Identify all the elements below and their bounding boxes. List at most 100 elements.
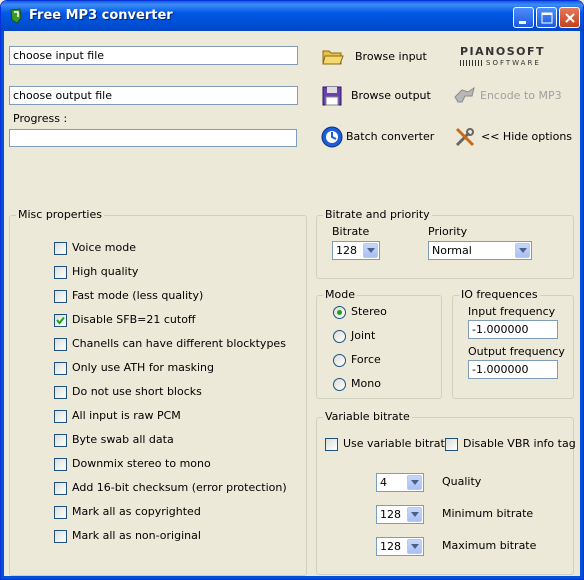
mode-radio-force[interactable]: Force xyxy=(333,353,423,367)
maximum-bitrate-select[interactable]: 128 xyxy=(376,537,424,556)
bitrate-label: Bitrate xyxy=(332,225,370,238)
maximize-button[interactable] xyxy=(536,7,557,28)
disable-vbr-info-label: Disable VBR info tag xyxy=(463,437,576,450)
input-frequency-label: Input frequency xyxy=(468,305,556,318)
misc-checkbox[interactable]: Only use ATH for masking xyxy=(54,361,294,375)
misc-checkbox[interactable]: Fast mode (less quality) xyxy=(54,289,294,303)
misc-checkbox-label: Disable SFB=21 cutoff xyxy=(72,313,196,326)
variable-bitrate-title: Variable bitrate xyxy=(323,410,412,423)
chevron-down-icon[interactable] xyxy=(407,539,422,554)
mode-radio-joint[interactable]: Joint xyxy=(333,329,423,343)
encode-icon xyxy=(454,86,475,103)
misc-checkbox-label: Only use ATH for masking xyxy=(72,361,215,374)
folder-open-icon xyxy=(322,50,344,65)
mode-radio-label: Stereo xyxy=(351,305,387,318)
quality-select[interactable]: 4 xyxy=(376,473,424,492)
chevron-down-icon[interactable] xyxy=(363,243,378,258)
maximum-bitrate-value: 128 xyxy=(380,540,401,553)
browse-input-label: Browse input xyxy=(355,50,427,63)
minimum-bitrate-label: Minimum bitrate xyxy=(442,507,534,520)
app-icon xyxy=(10,8,22,24)
floppy-disk-icon xyxy=(322,86,342,106)
misc-checkbox[interactable]: All input is raw PCM xyxy=(54,409,294,423)
mode-radio-label: Joint xyxy=(351,329,376,342)
misc-checkbox-label: Do not use short blocks xyxy=(72,385,202,398)
misc-checkbox[interactable]: Add 16-bit checksum (error protection) xyxy=(54,481,294,495)
io-frequences-group: IO frequences Input frequency -1.000000 … xyxy=(452,288,574,399)
mode-radio-stereo[interactable]: Stereo xyxy=(333,305,423,319)
batch-converter-label: Batch converter xyxy=(346,130,435,143)
misc-checkbox-label: Mark all as non-original xyxy=(72,529,201,542)
input-frequency-field[interactable]: -1.000000 xyxy=(468,320,558,339)
misc-checkbox[interactable]: Voice mode xyxy=(54,241,294,255)
misc-checkbox-label: High quality xyxy=(72,265,139,278)
misc-checkbox[interactable]: Downmix stereo to mono xyxy=(54,457,294,471)
variable-bitrate-group: Variable bitrate Use variable bitrate Di… xyxy=(316,410,576,575)
window-title: Free MP3 converter xyxy=(29,8,173,23)
priority-select[interactable]: Normal xyxy=(428,241,532,260)
minimum-bitrate-value: 128 xyxy=(380,508,401,521)
minimum-bitrate-select[interactable]: 128 xyxy=(376,505,424,524)
checkmark-icon xyxy=(56,316,65,325)
misc-checkbox-label: Add 16-bit checksum (error protection) xyxy=(72,481,287,494)
misc-checkbox[interactable]: Byte swab all data xyxy=(54,433,294,447)
logo-line2: SOFTWARE xyxy=(486,59,541,67)
mode-radio-mono[interactable]: Mono xyxy=(333,377,423,391)
misc-checkbox-label: Mark all as copyrighted xyxy=(72,505,201,518)
output-frequency-label: Output frequency xyxy=(468,345,565,358)
maximize-icon xyxy=(541,12,553,24)
encode-label: Encode to MP3 xyxy=(480,89,562,102)
misc-checkbox[interactable]: Do not use short blocks xyxy=(54,385,294,399)
minimize-button[interactable] xyxy=(513,7,534,28)
bitrate-priority-group: Bitrate and priority Bitrate 128 Priorit… xyxy=(316,208,574,279)
quality-value: 4 xyxy=(380,476,387,489)
misc-checkbox[interactable]: Chanells can have different blocktypes xyxy=(54,337,294,351)
misc-checkbox-label: Byte swab all data xyxy=(72,433,174,446)
batch-icon xyxy=(321,126,343,148)
hide-options-button[interactable]: << Hide options xyxy=(453,125,572,149)
misc-checkbox-label: Downmix stereo to mono xyxy=(72,457,211,470)
bitrate-value: 128 xyxy=(336,244,357,257)
mode-radio-label: Mono xyxy=(351,377,381,390)
browse-output-button[interactable]: Browse output xyxy=(321,84,431,108)
batch-converter-button[interactable]: Batch converter xyxy=(321,125,435,149)
misc-checkbox[interactable]: Mark all as copyrighted xyxy=(54,505,294,519)
browse-output-label: Browse output xyxy=(351,89,431,102)
close-button[interactable] xyxy=(559,7,580,28)
disable-vbr-info-checkbox[interactable]: Disable VBR info tag xyxy=(445,437,576,451)
misc-checkbox-label: Fast mode (less quality) xyxy=(72,289,204,302)
progress-bar xyxy=(9,129,297,147)
chevron-down-icon[interactable] xyxy=(515,243,530,258)
mode-group: Mode Stereo Joint Force Mono xyxy=(316,288,442,399)
hide-options-label: << Hide options xyxy=(481,130,573,143)
misc-checkbox[interactable]: High quality xyxy=(54,265,294,279)
chevron-down-icon[interactable] xyxy=(407,475,422,490)
minimize-icon xyxy=(519,21,526,24)
use-vbr-label: Use variable bitrate xyxy=(343,437,452,450)
close-icon xyxy=(565,13,575,23)
misc-checkbox[interactable]: Disable SFB=21 cutoff xyxy=(54,313,294,327)
tools-icon xyxy=(455,127,475,147)
misc-checkbox-label: Chanells can have different blocktypes xyxy=(72,337,286,350)
misc-properties-group: Misc properties Voice mode High quality Fa… xyxy=(9,208,307,576)
pianosoft-logo: PIANOSOFT SOFTWARE xyxy=(460,45,552,69)
mode-radio-label: Force xyxy=(351,353,381,366)
priority-value: Normal xyxy=(432,244,472,257)
main-window: Free MP3 converter choose input file cho… xyxy=(0,0,584,580)
misc-properties-title: Misc properties xyxy=(16,208,104,221)
quality-label: Quality xyxy=(442,475,482,488)
browse-input-button[interactable]: Browse input xyxy=(321,45,431,69)
use-vbr-checkbox[interactable]: Use variable bitrate xyxy=(325,437,452,451)
bitrate-select[interactable]: 128 xyxy=(332,241,380,260)
title-bar[interactable]: Free MP3 converter xyxy=(1,1,583,31)
mode-title: Mode xyxy=(323,288,357,301)
bitrate-priority-title: Bitrate and priority xyxy=(323,208,432,221)
misc-checkbox[interactable]: Mark all as non-original xyxy=(54,529,294,543)
chevron-down-icon[interactable] xyxy=(407,507,422,522)
encode-button[interactable]: Encode to MP3 xyxy=(452,84,562,108)
output-file-field[interactable]: choose output file xyxy=(9,86,298,105)
misc-checkbox-label: All input is raw PCM xyxy=(72,409,181,422)
logo-line1: PIANOSOFT xyxy=(460,45,546,58)
input-file-field[interactable]: choose input file xyxy=(9,46,298,65)
output-frequency-field[interactable]: -1.000000 xyxy=(468,360,558,379)
